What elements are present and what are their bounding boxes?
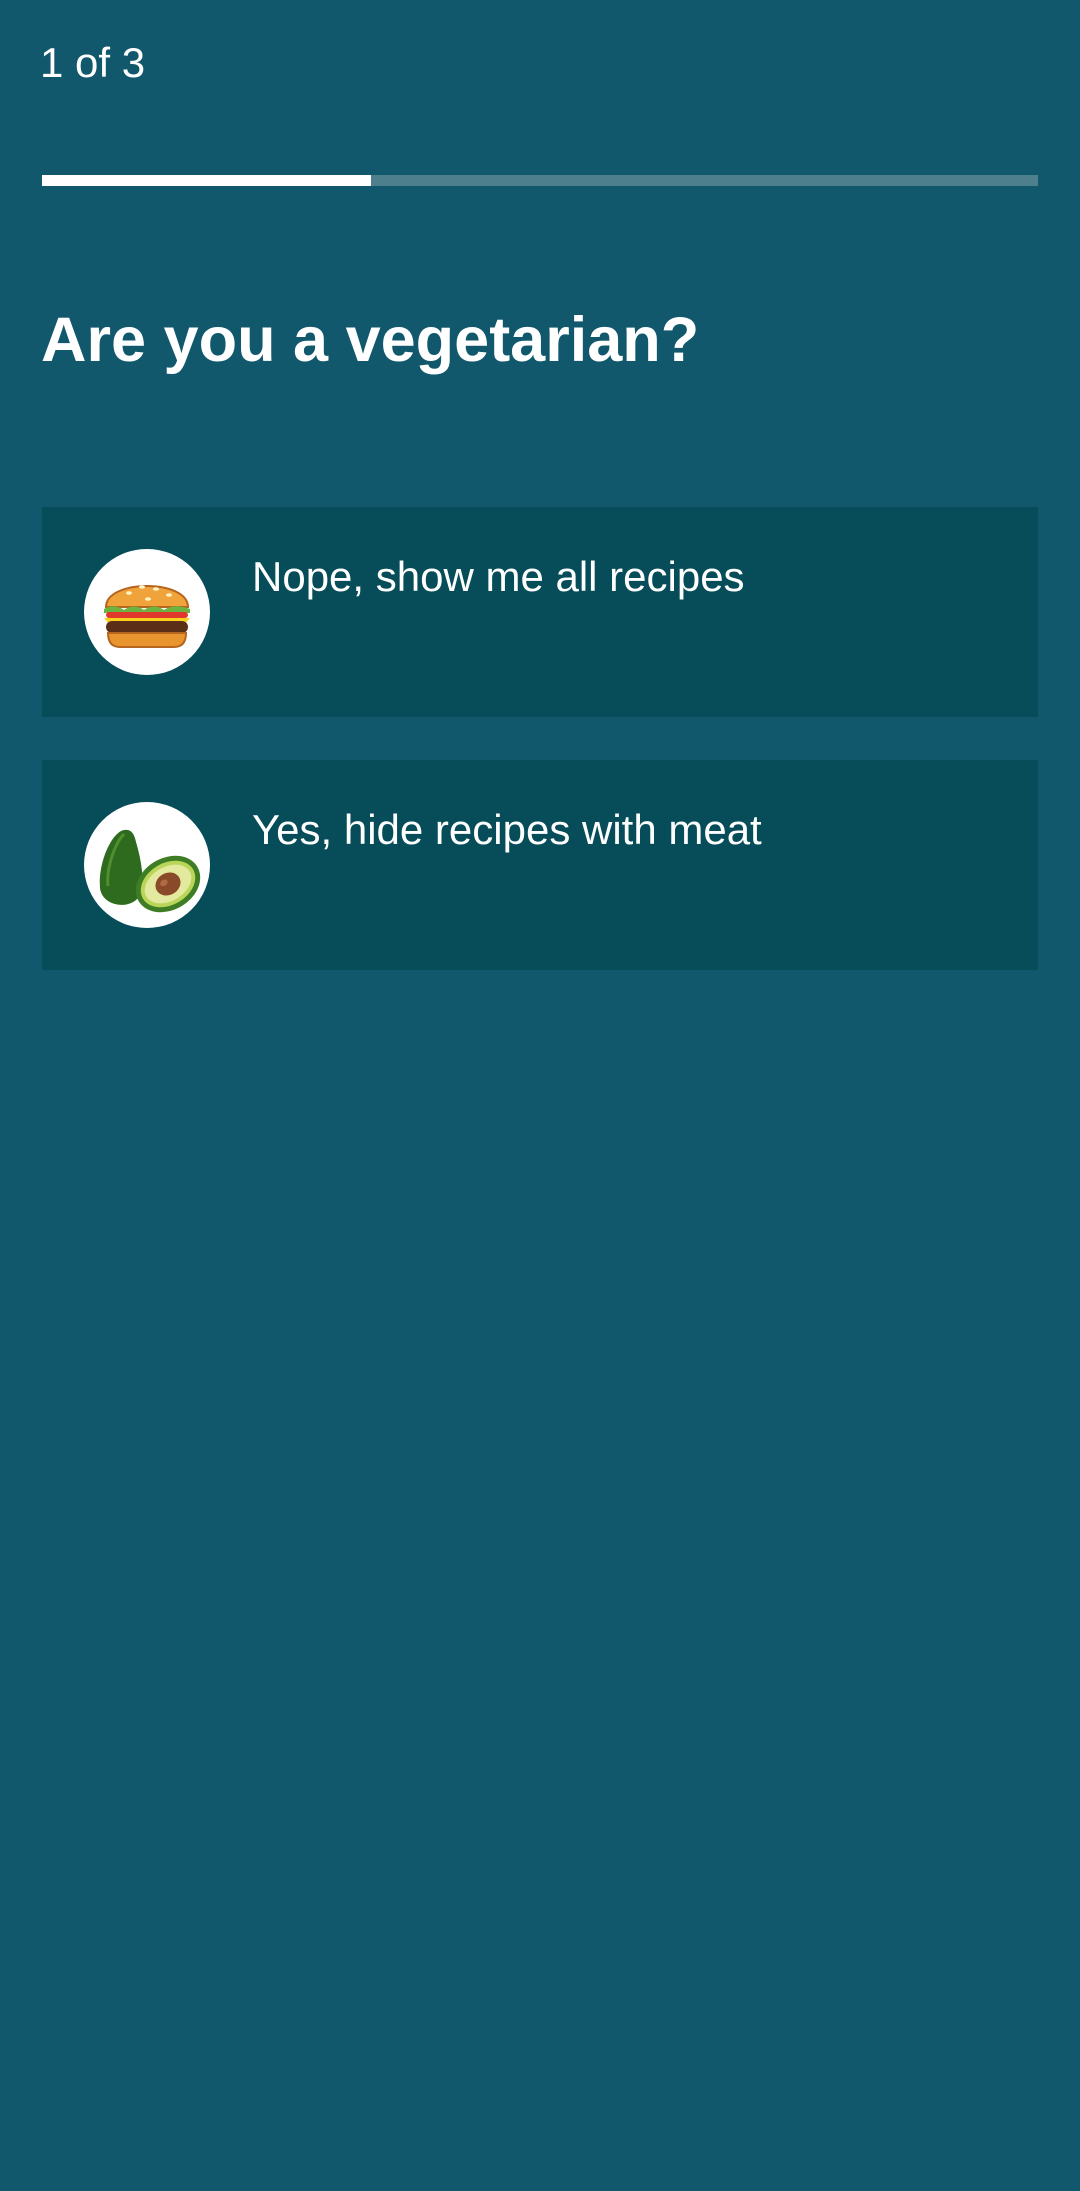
option-label: Yes, hide recipes with meat (252, 806, 762, 853)
option-all-recipes[interactable]: Nope, show me all recipes (42, 507, 1038, 717)
avocado-icon (84, 802, 210, 928)
question-title: Are you a vegetarian? (41, 305, 700, 375)
progress-bar (42, 175, 1038, 186)
progress-bar-fill (42, 175, 371, 186)
option-label: Nope, show me all recipes (252, 553, 745, 600)
option-vegetarian[interactable]: Yes, hide recipes with meat (42, 760, 1038, 970)
step-counter: 1 of 3 (40, 39, 146, 86)
burger-icon (84, 549, 210, 675)
